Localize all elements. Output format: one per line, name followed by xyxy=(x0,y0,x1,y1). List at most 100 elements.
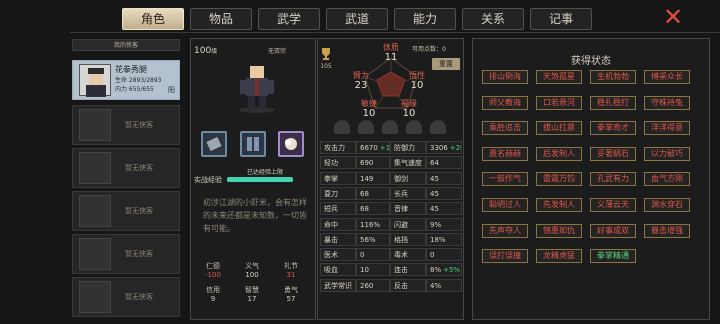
status-badge[interactable]: 以力破巧 xyxy=(644,146,690,161)
tab-journal[interactable]: 记事 xyxy=(530,8,592,30)
attribute-total: 105 xyxy=(319,47,333,70)
empty-avatar xyxy=(79,195,111,227)
exp-bar-fill xyxy=(227,177,293,182)
stat-value-text: 45 xyxy=(430,205,439,214)
stat-value-text: 68 xyxy=(360,205,369,214)
status-badge[interactable]: 好事成双 xyxy=(590,223,636,238)
skill-slot-icon[interactable] xyxy=(430,120,446,134)
virtue-name: 智慧 xyxy=(245,286,259,294)
skill-slot-icon[interactable] xyxy=(358,120,374,134)
virtue-value: 100 xyxy=(245,271,259,279)
empty-slot[interactable]: 暂无侠客 xyxy=(72,105,180,145)
stat-row: 攻击力6670+197防御力3306+202 xyxy=(320,141,462,154)
status-badge[interactable]: 排山倒海 xyxy=(482,70,528,84)
status-badge[interactable]: 聪明过人 xyxy=(482,198,528,212)
stat-value-text: 149 xyxy=(360,174,374,183)
attribute-value: 10 xyxy=(362,108,376,119)
status-badge[interactable]: 稳扎稳打 xyxy=(590,95,636,110)
empty-slot[interactable]: 暂无侠客 xyxy=(72,277,180,317)
empty-avatar xyxy=(79,238,111,270)
attribute-value: 10 xyxy=(402,108,416,119)
tab-items[interactable]: 物品 xyxy=(190,8,252,30)
skill-slot-icon[interactable] xyxy=(382,120,398,134)
gauntlet-equip-icon[interactable] xyxy=(201,131,227,157)
tab-abilities[interactable]: 能力 xyxy=(394,8,456,30)
status-badge[interactable]: 师父教诲 xyxy=(482,95,528,110)
attribute-constitution: 体质 11 xyxy=(377,42,405,63)
status-badge[interactable]: 孔武有力 xyxy=(590,172,636,187)
status-badge[interactable]: 妥著蜗石 xyxy=(590,146,636,161)
armor-equip-icon[interactable] xyxy=(240,131,266,157)
stat-name: 拳掌 xyxy=(320,171,356,185)
tab-martial-way[interactable]: 武道 xyxy=(326,8,388,30)
stat-value-text: 45 xyxy=(430,174,439,183)
stat-name: 音律 xyxy=(390,202,426,216)
status-badge[interactable]: 乘胜追击 xyxy=(482,121,528,136)
empty-slot-label: 暂无侠客 xyxy=(125,207,153,215)
virtue-value: 9 xyxy=(210,295,216,303)
hero-name: 花拳秀腿 xyxy=(115,65,147,74)
stat-value-text: 56% xyxy=(360,235,376,244)
attribute-value: 11 xyxy=(384,52,398,63)
stat-value: 8% +5% xyxy=(426,263,462,277)
stat-name: 闪避 xyxy=(390,217,426,231)
stat-row: 医术 0 毒术 0 xyxy=(320,248,462,262)
accessory-equip-icon[interactable] xyxy=(278,131,304,157)
attribute-value: 23 xyxy=(354,80,368,91)
status-badge[interactable]: 守株待兔 xyxy=(644,95,690,110)
virtue-value: 31 xyxy=(286,271,296,279)
empty-slot[interactable]: 暂无侠客 xyxy=(72,191,180,231)
stat-value-text: 260 xyxy=(360,281,374,290)
stat-row: 暴击 56% 格挡 18% xyxy=(320,232,462,246)
stat-value: 0 xyxy=(426,248,462,262)
status-badge[interactable]: 雷霆万钧 xyxy=(536,172,582,187)
stat-name: 御剑 xyxy=(390,171,426,185)
status-badge[interactable]: 拳掌奇才 xyxy=(590,121,636,136)
status-badge[interactable]: 龙精虎猛 xyxy=(536,249,582,264)
virtue-trust: 信用 9 xyxy=(198,286,228,304)
status-badge[interactable]: 误打误撞 xyxy=(482,249,528,264)
skill-slot-icon[interactable] xyxy=(406,120,422,134)
stat-value: 6670+197 xyxy=(356,141,390,154)
status-badge[interactable]: 傅采众长 xyxy=(644,70,690,84)
inner-skill-slots xyxy=(330,120,454,136)
status-badge[interactable]: 拔山扛鼎 xyxy=(536,121,582,136)
virtue-value: 17 xyxy=(247,295,257,303)
stat-value-text: 18% xyxy=(430,235,446,244)
stat-row: 轻功 690 集气速度 64 xyxy=(320,156,462,170)
stat-name: 集气速度 xyxy=(390,156,426,170)
status-badge[interactable]: 后发制人 xyxy=(536,146,582,161)
status-badge[interactable]: 先声夺人 xyxy=(482,223,528,238)
attribute-total-value: 105 xyxy=(320,63,332,70)
status-badge[interactable]: 洋洋得意 xyxy=(644,121,690,136)
stat-value: 149 xyxy=(356,171,390,185)
status-badge[interactable]: 血气方刚 xyxy=(644,172,690,187)
status-badge[interactable]: 天煞孤星 xyxy=(536,70,582,84)
status-badge[interactable]: 愚名赫赫 xyxy=(482,146,528,161)
status-badge[interactable]: 锦惠如仇 xyxy=(536,223,582,238)
virtue-name: 勇气 xyxy=(284,286,298,294)
status-badge[interactable]: 拳掌精通 xyxy=(590,249,636,264)
tab-relations[interactable]: 关系 xyxy=(462,8,524,30)
attribute-strength: 臂力 23 xyxy=(347,70,375,91)
status-badge[interactable]: 义薄云天 xyxy=(590,198,636,212)
status-badge[interactable]: 生机勃勃 xyxy=(590,70,636,84)
status-badge[interactable]: 暴击增强 xyxy=(644,223,690,238)
status-badge[interactable]: 口若悬河 xyxy=(536,95,582,110)
stat-value: 3306+202 xyxy=(426,141,462,154)
tab-martial-arts[interactable]: 武学 xyxy=(258,8,320,30)
status-badge[interactable]: 一鼓作气 xyxy=(482,172,528,187)
empty-slot[interactable]: 暂无侠客 xyxy=(72,148,180,188)
exp-cap-label: 已达经验上限 xyxy=(247,169,284,176)
status-badge[interactable]: 渊水穿石 xyxy=(644,198,690,212)
character-portrait xyxy=(232,56,282,114)
tab-character[interactable]: 角色 xyxy=(122,8,184,30)
stat-name: 医术 xyxy=(320,248,356,262)
stat-row: 短兵 68 音律 45 xyxy=(320,202,462,216)
close-icon[interactable]: ✕ xyxy=(660,5,686,29)
status-badge[interactable]: 先发制人 xyxy=(536,198,582,212)
hero-card[interactable]: 花拳秀腿 生命 2893/2893 内力 655/655 阳 xyxy=(72,60,180,100)
skill-slot-icon[interactable] xyxy=(334,120,350,134)
stat-value: 45 xyxy=(426,171,462,185)
empty-slot[interactable]: 暂无侠客 xyxy=(72,234,180,274)
